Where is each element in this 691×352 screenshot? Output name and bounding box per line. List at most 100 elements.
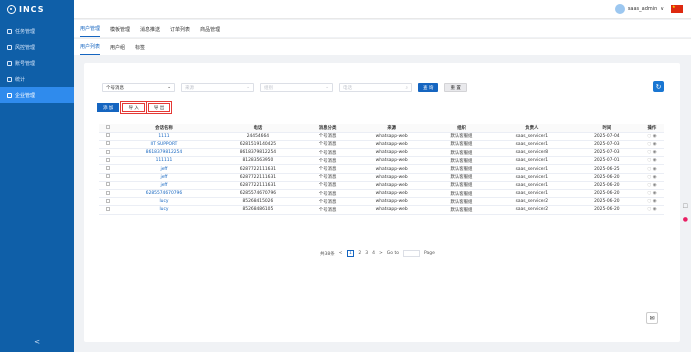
view-icon[interactable]: ◉ <box>653 142 657 147</box>
page-button[interactable]: 4 <box>372 251 375 256</box>
row-checkbox[interactable] <box>99 132 117 141</box>
table-cell: 个号消息 <box>304 205 351 215</box>
chat-icon[interactable]: ◌ <box>647 207 651 212</box>
table-cell: saas_servicer1 <box>489 156 574 166</box>
view-icon[interactable]: ◉ <box>653 150 657 155</box>
table-header-row: 会话名称 电话 消息分类 来源 组织 负责人 时间 操作 <box>99 124 664 133</box>
view-icon[interactable]: ◉ <box>653 167 657 172</box>
conversation-name-link[interactable]: jeff <box>117 164 211 174</box>
avatar[interactable] <box>614 4 625 14</box>
tab-user-list[interactable]: 用户列表 <box>80 43 101 55</box>
view-icon[interactable]: ◉ <box>653 183 657 188</box>
table-cell: whatsapp-web <box>350 205 434 215</box>
float-tool-icon[interactable]: ☐ <box>683 203 688 210</box>
tab-product-management[interactable]: 商品管理 <box>200 26 220 37</box>
view-icon[interactable]: ◉ <box>653 191 657 196</box>
sidebar-item-enterprise[interactable]: 企业管理 <box>0 87 74 103</box>
user-menu[interactable]: saas_admin ∨ <box>614 4 683 14</box>
chat-icon[interactable]: ◌ <box>647 191 651 196</box>
source-select[interactable]: 来源 ⌄ <box>181 83 254 92</box>
table-cell: 个号消息 <box>304 164 351 174</box>
conversation-name-link[interactable]: 111111 <box>117 156 211 166</box>
chat-icon[interactable]: ◌ <box>647 142 651 147</box>
page-button[interactable]: 2 <box>358 251 361 256</box>
chat-icon[interactable]: ◌ <box>647 134 651 139</box>
filter-row: 个号消息 ⌄ 来源 ⌄ 组别 ⌄ 电话 ⌕ 查 询 重 置 <box>102 83 467 92</box>
sidebar-item-task[interactable]: 任务管理 <box>0 23 74 39</box>
conversation-name-link[interactable]: 6285574670796 <box>117 189 211 199</box>
row-checkbox[interactable] <box>99 164 117 174</box>
chat-icon[interactable]: ◌ <box>647 199 651 204</box>
add-button[interactable]: 添 加 <box>97 103 120 112</box>
chat-icon[interactable]: ◌ <box>647 150 651 155</box>
conversation-name-link[interactable]: IIT SUPPORT <box>117 140 211 150</box>
table-cell: 默认客服组 <box>433 197 490 207</box>
reset-button[interactable]: 重 置 <box>444 83 467 92</box>
float-help-icon[interactable]: ● <box>683 216 688 223</box>
page-button[interactable]: 3 <box>365 251 368 256</box>
table-cell: 6287722111631 <box>210 173 305 182</box>
view-icon[interactable]: ◉ <box>653 134 657 139</box>
table-cell: 默认客服组 <box>433 181 490 191</box>
chat-icon[interactable]: ◌ <box>647 175 651 180</box>
table-cell: 2025-06-20 <box>573 205 640 215</box>
conversation-name-link[interactable]: jeff <box>117 181 211 191</box>
sidebar-item-stats[interactable]: 统计 <box>0 71 74 87</box>
chat-icon[interactable]: ◌ <box>647 167 651 172</box>
export-button[interactable]: 导 出 <box>145 101 173 114</box>
chevron-down-icon[interactable]: ∨ <box>660 6 664 12</box>
phone-search-input[interactable]: 电话 ⌕ <box>339 83 412 92</box>
row-checkbox[interactable] <box>99 197 117 207</box>
conversation-name-link[interactable]: jeff <box>117 173 211 182</box>
table-cell: saas_servicer2 <box>489 197 574 207</box>
next-page-button[interactable]: > <box>379 251 383 256</box>
table-cell: saas_servicer2 <box>489 205 574 215</box>
chat-icon[interactable]: ✉ <box>646 312 658 324</box>
conversation-name-link[interactable]: 8618379812254 <box>117 148 211 158</box>
tab-tags[interactable]: 标签 <box>135 44 145 55</box>
row-checkbox[interactable] <box>99 140 117 150</box>
import-button[interactable]: 导 入 <box>120 101 147 114</box>
sidebar-item-risk[interactable]: 风控管理 <box>0 39 74 55</box>
group-select[interactable]: 组别 ⌄ <box>260 83 333 92</box>
tab-template-management[interactable]: 模板管理 <box>110 26 130 37</box>
conversation-name-link[interactable]: lucy <box>117 197 211 207</box>
chat-icon[interactable]: ◌ <box>647 183 651 188</box>
refresh-icon[interactable]: ↻ <box>653 81 664 92</box>
conversation-name-link[interactable]: 1111 <box>117 132 211 141</box>
tab-message-push[interactable]: 消息推送 <box>140 26 160 37</box>
goto-page-input[interactable] <box>403 250 420 257</box>
row-checkbox[interactable] <box>99 156 117 166</box>
row-actions: ◌ ◉ <box>639 189 664 199</box>
tab-user-management[interactable]: 用户管理 <box>80 25 101 37</box>
page-button[interactable]: 1 <box>346 250 355 257</box>
row-checkbox[interactable] <box>99 189 117 199</box>
sidebar-item-account[interactable]: 账号管理 <box>0 55 74 71</box>
message-type-value: 个号消息 <box>106 85 124 91</box>
select-all-checkbox[interactable] <box>99 124 117 133</box>
row-checkbox[interactable] <box>99 205 117 215</box>
query-button[interactable]: 查 询 <box>418 83 439 92</box>
row-actions: ◌ ◉ <box>639 140 664 150</box>
user-name[interactable]: saas_admin <box>628 6 658 12</box>
view-icon[interactable]: ◉ <box>653 199 657 204</box>
chat-icon[interactable]: ◌ <box>647 158 651 163</box>
table-cell: saas_servicer1 <box>489 164 574 174</box>
table-row: lucy 85268486105 个号消息 whatsapp-web 默认客服组 saas… <box>99 205 664 215</box>
logo[interactable]: INCS <box>0 0 74 19</box>
source-placeholder: 来源 <box>185 85 194 91</box>
row-checkbox[interactable] <box>99 148 117 158</box>
row-checkbox[interactable] <box>99 173 117 182</box>
conversation-name-link[interactable]: lucy <box>117 205 211 215</box>
collapse-sidebar-button[interactable]: < <box>0 338 74 346</box>
message-type-select[interactable]: 个号消息 ⌄ <box>102 83 175 92</box>
view-icon[interactable]: ◉ <box>653 158 657 163</box>
view-icon[interactable]: ◉ <box>653 175 657 180</box>
tab-order-list[interactable]: 订单列表 <box>170 26 190 37</box>
language-flag-icon[interactable] <box>671 4 683 13</box>
prev-page-button[interactable]: < <box>339 251 343 256</box>
view-icon[interactable]: ◉ <box>653 207 657 212</box>
chevron-down-icon: ⌄ <box>167 85 171 90</box>
row-checkbox[interactable] <box>99 181 117 191</box>
tab-user-group[interactable]: 用户组 <box>110 44 125 55</box>
